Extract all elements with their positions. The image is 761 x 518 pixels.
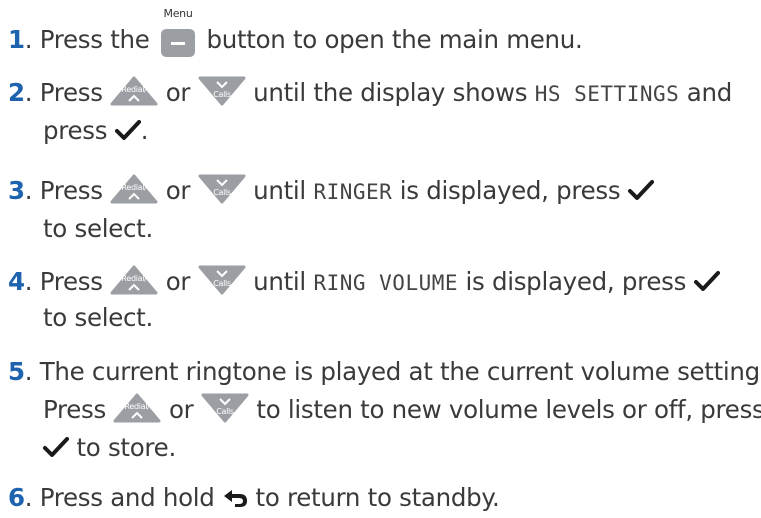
instructions: 1. Press the Menu button to open the mai…	[0, 0, 761, 517]
step-text: button to open the main menu.	[199, 25, 583, 54]
step-5-line-2: Press Redial/ or Calls to listen to new …	[43, 390, 761, 430]
ok-tick-icon	[43, 436, 69, 458]
step-text: until	[245, 267, 314, 296]
step-text: to select.	[43, 303, 153, 332]
step-text: or	[158, 176, 198, 205]
step-5: 5. The current ringtone is played at the…	[8, 352, 761, 392]
back-arrow-icon	[222, 487, 248, 507]
step-2-line-2: press .	[43, 111, 761, 151]
step-text: .	[140, 116, 149, 145]
step-text: and	[679, 78, 733, 107]
step-text: Press	[32, 176, 111, 205]
step-number: 5	[8, 357, 25, 386]
step-text: Press	[32, 267, 111, 296]
menu-key-label: Menu	[163, 7, 193, 20]
step-number: 3	[8, 176, 25, 205]
svg-text:Redial/: Redial/	[125, 402, 151, 411]
step-text: Press the	[32, 25, 158, 54]
svg-text:Calls: Calls	[213, 279, 231, 288]
ok-tick-icon	[114, 119, 141, 141]
step-1: 1. Press the Menu button to open the mai…	[8, 8, 758, 61]
step-text: is displayed, press	[458, 267, 694, 296]
step-number: 1	[8, 25, 25, 54]
step-text: until	[245, 176, 314, 205]
svg-text:Calls: Calls	[213, 90, 231, 99]
step-3: 3. Press Redial/ or Calls until RINGER i…	[8, 171, 758, 212]
calls-down-key-icon: Calls	[198, 174, 246, 204]
step-text: to listen to new volume levels or off, p…	[248, 395, 761, 424]
calls-down-key-icon: Calls	[201, 393, 249, 423]
step-4: 4. Press Redial/ or Calls until RING VOL…	[8, 262, 758, 303]
step-text: until the display shows	[245, 78, 535, 107]
menu-button-icon: Menu	[157, 8, 199, 61]
step-4-line-2: to select.	[43, 298, 761, 338]
step-text: to select.	[43, 214, 153, 243]
step-5-line-3: to store.	[43, 428, 761, 468]
step-2: 2. Press Redial/ or Calls until the disp…	[8, 73, 758, 114]
display-text: HS SETTINGS	[534, 82, 680, 106]
step-3-line-2: to select.	[43, 209, 761, 249]
svg-text:Calls: Calls	[216, 407, 234, 416]
step-text: The current ringtone is played at the cu…	[32, 357, 761, 386]
redial-up-key-icon: Redial/	[110, 174, 158, 204]
svg-text:Redial/: Redial/	[122, 274, 148, 283]
svg-text:Calls: Calls	[213, 188, 231, 197]
svg-text:Redial/: Redial/	[122, 85, 148, 94]
redial-up-key-icon: Redial/	[113, 393, 161, 423]
step-text: or	[161, 395, 201, 424]
redial-up-key-icon: Redial/	[110, 76, 158, 106]
step-text: to return to standby.	[248, 483, 500, 512]
display-text: RINGER	[313, 180, 393, 204]
calls-down-key-icon: Calls	[198, 265, 246, 295]
calls-down-key-icon: Calls	[198, 76, 246, 106]
ok-tick-icon	[627, 179, 654, 201]
step-text: is displayed, press	[392, 176, 628, 205]
step-number: 6	[8, 483, 25, 512]
step-text: Press and hold	[32, 483, 223, 512]
step-text: or	[158, 78, 198, 107]
step-6: 6. Press and hold to return to standby.	[8, 478, 758, 518]
ok-tick-icon	[693, 270, 720, 292]
redial-up-key-icon: Redial/	[110, 265, 158, 295]
step-text: to store.	[69, 433, 176, 462]
display-text: RING VOLUME	[313, 271, 459, 295]
step-number: 4	[8, 267, 25, 296]
step-text: press	[43, 116, 115, 145]
step-text: Press	[43, 395, 114, 424]
svg-text:Redial/: Redial/	[122, 183, 148, 192]
step-number: 2	[8, 78, 25, 107]
step-text: or	[158, 267, 198, 296]
step-text: Press	[32, 78, 111, 107]
